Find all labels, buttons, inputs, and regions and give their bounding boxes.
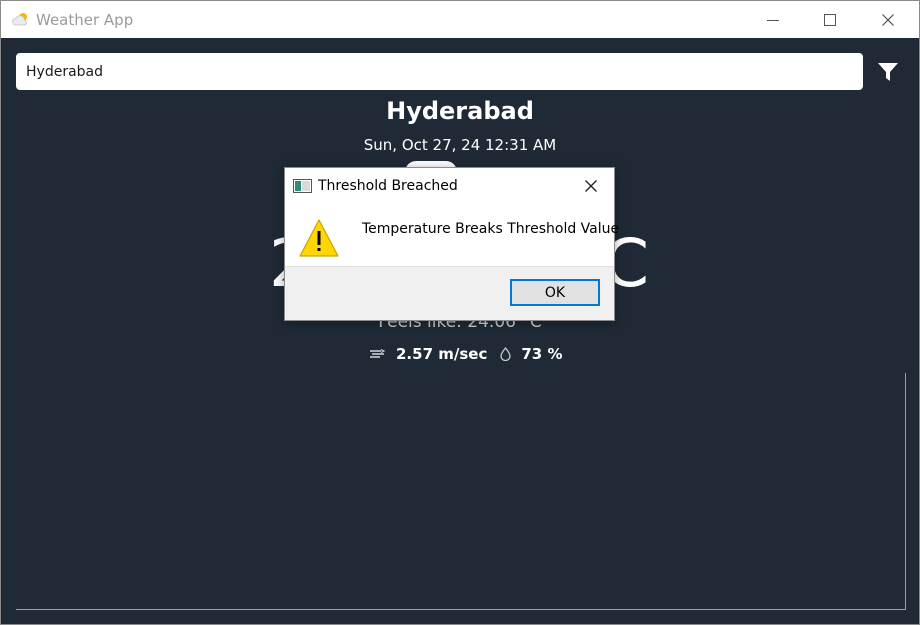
filter-button[interactable] [875, 59, 901, 85]
dialog-close-button[interactable] [581, 176, 601, 196]
date-time: Sun, Oct 27, 24 12:31 AM [363, 136, 557, 154]
city-name: Hyderabad [386, 97, 534, 125]
dialog-title: Threshold Breached [318, 178, 458, 194]
dialog-message: Temperature Breaks Threshold Value [362, 221, 620, 237]
city-search-input[interactable] [16, 53, 863, 90]
title-bar: Weather App [1, 1, 919, 38]
maximize-button[interactable] [807, 1, 853, 38]
droplet-icon [500, 347, 511, 361]
close-icon [882, 13, 894, 26]
dialog-title-bar: Threshold Breached [285, 168, 614, 204]
warning-icon [299, 219, 339, 257]
chart-frame-bottom-edge [16, 609, 906, 610]
weather-app-window: Weather App Hyderabad Sun, Oct 27, 24 12… [0, 0, 920, 625]
wind-icon [370, 348, 386, 360]
threshold-dialog: Threshold Breached Temperature Breaks Th… [284, 167, 619, 321]
humidity-value: 73 % [521, 345, 563, 363]
close-button[interactable] [865, 1, 911, 38]
app-title: Weather App [36, 11, 134, 29]
weather-stats: 2.57 m/sec 73 % [370, 344, 575, 364]
close-icon [585, 180, 597, 192]
chart-frame-right-edge [905, 373, 906, 610]
minimize-button[interactable] [750, 1, 796, 38]
filter-icon [878, 63, 898, 81]
dialog-footer: OK [285, 266, 614, 320]
wind-speed: 2.57 m/sec [396, 345, 488, 363]
ok-button[interactable]: OK [510, 279, 600, 306]
maximize-icon [824, 13, 836, 26]
cloud-sun-icon [12, 13, 27, 26]
minimize-icon [767, 19, 779, 21]
window-icon [293, 179, 312, 193]
